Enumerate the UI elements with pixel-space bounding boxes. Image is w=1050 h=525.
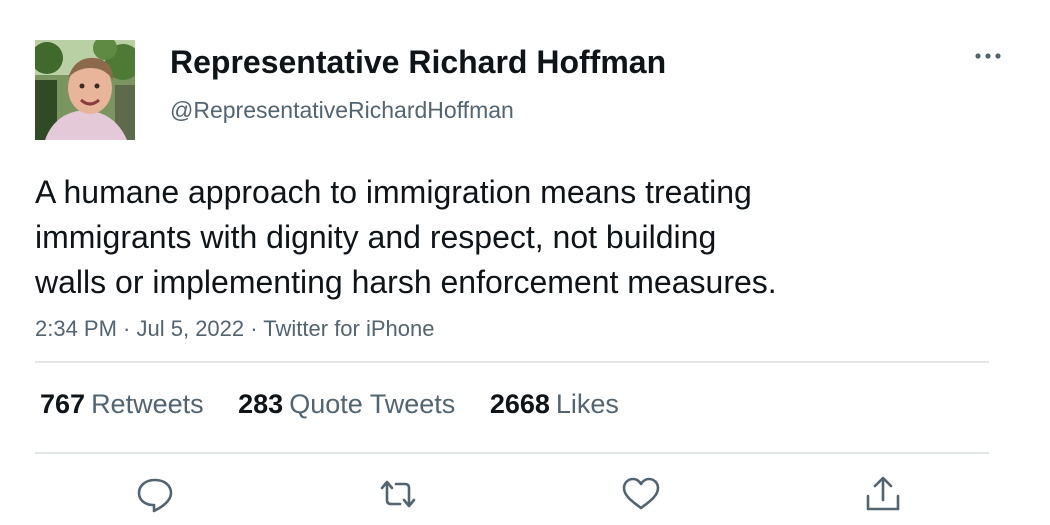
share-button[interactable] xyxy=(861,474,905,514)
tweet-text-line: immigrants with dignity and respect, not… xyxy=(35,219,717,255)
likes-stat[interactable]: 2668 Likes xyxy=(490,386,619,422)
tweet-text-line: walls or implementing harsh enforcement … xyxy=(35,264,777,300)
retweets-count: 767 xyxy=(40,389,86,419)
profile-photo xyxy=(35,40,135,140)
like-icon xyxy=(622,477,660,510)
likes-label: Likes xyxy=(555,389,619,419)
retweets-stat[interactable]: 767 Retweets xyxy=(40,386,204,422)
tweet-text-line: A humane approach to immigration means t… xyxy=(35,174,752,210)
quote-tweets-count: 283 xyxy=(238,389,284,419)
quote-tweets-label: Quote Tweets xyxy=(289,389,456,419)
quote-tweets-stat[interactable]: 283 Quote Tweets xyxy=(238,386,455,422)
user-handle[interactable]: @RepresentativeRichardHoffman xyxy=(170,96,514,124)
more-options-button[interactable] xyxy=(968,40,1008,72)
reply-icon xyxy=(137,478,173,513)
retweets-label: Retweets xyxy=(91,389,204,419)
tweet-metadata: 2:34 PM · Jul 5, 2022 · Twitter for iPho… xyxy=(35,314,434,344)
likes-count: 2668 xyxy=(489,389,550,419)
reply-button[interactable] xyxy=(133,474,177,514)
like-button[interactable] xyxy=(619,474,663,514)
tweet-stats: 767 Retweets 283 Quote Tweets 2668 Likes xyxy=(40,386,646,422)
divider xyxy=(35,361,989,363)
retweet-icon xyxy=(380,480,416,508)
meta-separator: · xyxy=(116,316,137,341)
tweet-text: A humane approach to immigration means t… xyxy=(35,170,895,305)
tweet-date[interactable]: Jul 5, 2022 xyxy=(137,316,245,341)
tweet-time[interactable]: 2:34 PM xyxy=(35,316,117,341)
more-icon xyxy=(975,53,1001,59)
divider xyxy=(35,452,989,454)
share-icon xyxy=(866,476,900,511)
meta-separator: · xyxy=(244,316,264,341)
retweet-button[interactable] xyxy=(376,474,420,514)
tweet-source[interactable]: Twitter for iPhone xyxy=(263,316,434,341)
avatar[interactable] xyxy=(35,40,135,140)
display-name[interactable]: Representative Richard Hoffman xyxy=(170,42,666,82)
